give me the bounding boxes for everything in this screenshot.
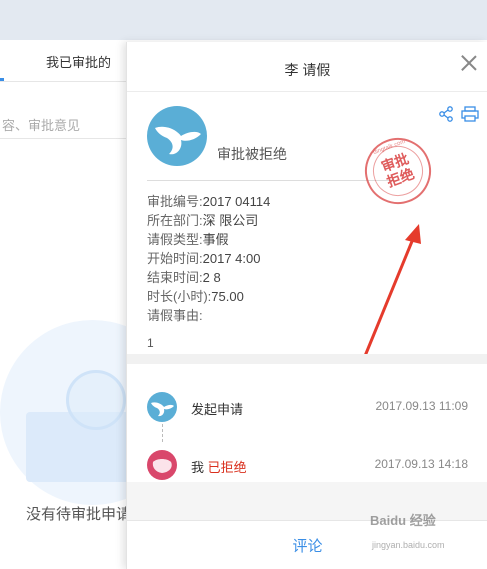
empty-state-text: 没有待审批申请 — [26, 506, 132, 523]
timeline-action: 发起申请 — [191, 402, 244, 417]
timeline-time: 2017.09.13 11:09 — [375, 399, 468, 413]
close-icon[interactable] — [460, 54, 478, 72]
detail-label: 请假类型: — [147, 232, 203, 247]
watermark: Baidu 经验 — [370, 513, 436, 528]
timeline-time: 2017.09.13 14:18 — [374, 457, 468, 471]
detail-extra: 1 — [147, 336, 154, 350]
detail-label: 所在部门: — [147, 213, 203, 228]
timeline-avatar — [147, 392, 177, 422]
detail-label: 时长(小时): — [147, 289, 212, 304]
applicant-avatar — [147, 106, 207, 166]
watermark-sub: jingyan.baidu.com — [372, 540, 445, 550]
timeline-text: 发起申请 — [191, 399, 243, 418]
detail-value: 2017 4:00 — [202, 251, 261, 266]
magnifier-bubble-icon — [66, 370, 126, 430]
detail-value: 2 8 — [202, 270, 221, 285]
timeline-connector — [162, 424, 163, 442]
section-separator — [127, 354, 487, 364]
detail-label: 结束时间: — [147, 270, 203, 285]
timeline-avatar — [147, 450, 177, 480]
modal-title: 李 请假 — [284, 62, 331, 78]
timeline-text: 我 已拒绝 — [191, 457, 247, 476]
search-underline — [0, 138, 130, 139]
tab-active-indicator — [0, 78, 4, 81]
detail-value: 事假 — [202, 232, 229, 247]
share-icon[interactable] — [438, 106, 454, 122]
divider — [147, 180, 397, 181]
tab-approved-by-me[interactable]: 我已审批的 — [46, 52, 111, 71]
search-input[interactable]: 容、审批意见 — [0, 113, 140, 139]
approval-detail-modal: 李 请假 审批被拒绝 审批编号:2017 04114 所在部门:深 限公司请假类型… — [126, 42, 487, 569]
modal-header: 李 请假 — [127, 42, 487, 92]
timeline-name: 我 — [191, 460, 205, 475]
detail-label: 审批编号: — [147, 194, 203, 209]
timeline-action-rejected: 已拒绝 — [207, 460, 247, 475]
window-top-bar — [0, 0, 487, 40]
detail-label: 开始时间: — [147, 251, 203, 266]
detail-label: 请假事由: — [147, 308, 203, 323]
annotation-arrow-icon — [363, 224, 421, 357]
timeline-item: 发起申请 2017.09.13 11:09 — [127, 392, 487, 432]
detail-value: 深 限公司 — [202, 213, 259, 228]
approval-status: 审批被拒绝 — [217, 146, 287, 162]
print-icon[interactable] — [461, 106, 479, 122]
detail-value: 2017 04114 — [202, 194, 271, 209]
detail-value: 75.00 — [211, 289, 244, 304]
